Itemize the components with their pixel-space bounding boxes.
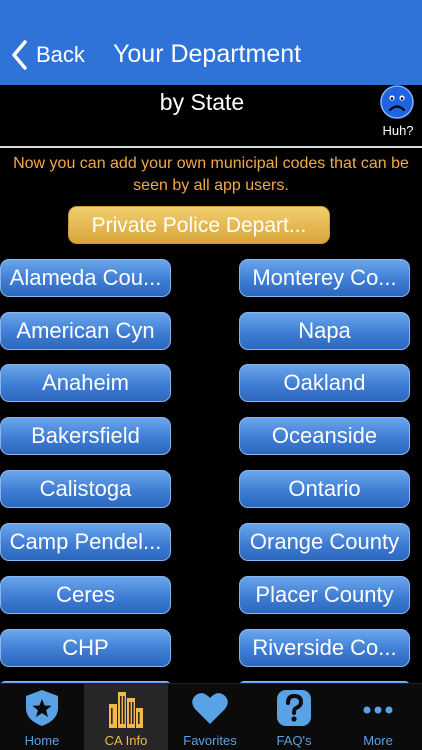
- back-label: Back: [36, 42, 85, 67]
- department-button[interactable]: Monterey Co...: [239, 259, 410, 297]
- tab-favorites[interactable]: Favorites: [168, 684, 252, 750]
- department-button[interactable]: Oakland: [239, 364, 410, 402]
- tab-label: CA Info: [104, 733, 148, 748]
- tab-label: Favorites: [183, 733, 237, 748]
- department-button[interactable]: Anaheim: [0, 364, 171, 402]
- department-button[interactable]: Oceanside: [239, 417, 410, 455]
- department-button[interactable]: Ceres: [0, 576, 171, 614]
- question-mark-icon: [277, 690, 311, 726]
- tab-more[interactable]: More: [336, 684, 420, 750]
- department-button[interactable]: Orange County: [239, 523, 410, 561]
- tab-faqs[interactable]: FAQ's: [252, 684, 336, 750]
- department-button[interactable]: Camp Pendel...: [0, 523, 171, 561]
- department-button[interactable]: Bakersfield: [0, 417, 171, 455]
- back-button[interactable]: Back: [10, 38, 85, 72]
- tab-home[interactable]: Home: [0, 684, 84, 750]
- chevron-left-icon: [12, 40, 27, 70]
- department-button[interactable]: Riverside Co...: [239, 629, 410, 667]
- tab-label: More: [363, 733, 393, 748]
- huh-label: Huh?: [382, 123, 414, 138]
- private-police-department-button[interactable]: Private Police Depart...: [68, 206, 330, 244]
- tab-ca-info[interactable]: CA Info: [84, 684, 168, 750]
- police-badge-icon: [26, 690, 58, 726]
- department-button[interactable]: American Cyn: [0, 312, 171, 350]
- city-buildings-icon: [109, 692, 143, 728]
- department-button[interactable]: Alameda Cou...: [0, 259, 171, 297]
- department-button[interactable]: Ontario: [239, 470, 410, 508]
- more-dots-icon: [363, 706, 393, 714]
- tab-label: Home: [24, 733, 60, 748]
- department-button[interactable]: Calistoga: [0, 470, 171, 508]
- sad-face-icon: [380, 85, 414, 119]
- department-button[interactable]: Placer County: [239, 576, 410, 614]
- heart-icon: [192, 693, 228, 724]
- department-button[interactable]: CHP: [0, 629, 171, 667]
- tab-label: FAQ's: [276, 733, 312, 748]
- subheader: by State Huh?: [0, 85, 422, 148]
- huh-help-button[interactable]: Huh?: [378, 85, 418, 141]
- department-button[interactable]: Napa: [239, 312, 410, 350]
- tab-bar: Home CA Info Favorites FAQ's More: [0, 683, 422, 750]
- subheader-title: by State: [159, 89, 245, 115]
- navigation-bar: Back Your Department: [0, 0, 422, 85]
- notice-text: Now you can add your own municipal codes…: [13, 155, 409, 194]
- page-title: Your Department: [113, 40, 302, 68]
